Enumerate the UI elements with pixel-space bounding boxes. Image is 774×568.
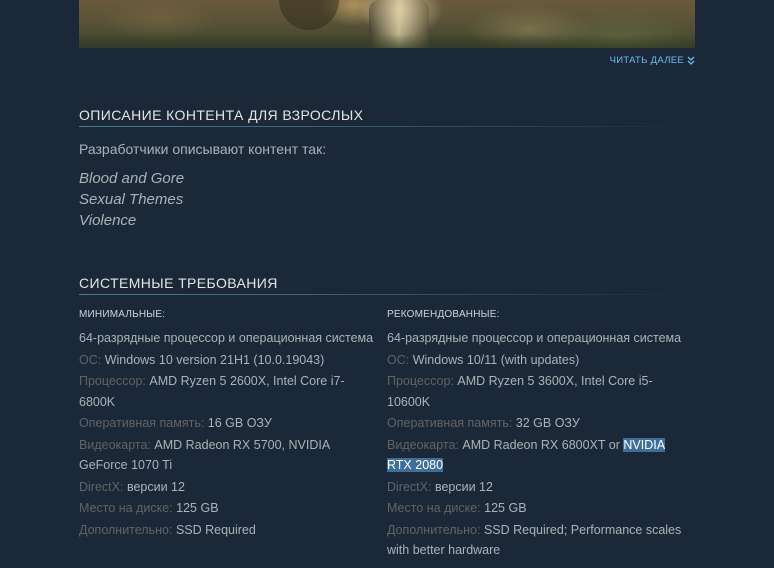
req-os-value: Windows 10/11 (with updates)	[412, 352, 580, 367]
req-disk: Место на диске: 125 GB	[387, 498, 687, 519]
system-requirements-heading: СИСТЕМНЫЕ ТРЕБОВАНИЯ	[79, 275, 695, 295]
heading-divider	[79, 294, 695, 295]
req-directx-value: версии 12	[434, 479, 493, 494]
req-disk-value: 125 GB	[484, 501, 527, 515]
system-requirements-title: СИСТЕМНЫЕ ТРЕБОВАНИЯ	[79, 275, 278, 291]
req-cpu: Процессор: AMD Ryzen 5 2600X, Intel Core…	[79, 371, 379, 412]
requirements-minimum: МИНИМАЛЬНЫЕ: 64-разрядные процессор и оп…	[79, 309, 379, 541]
req-gpu-label: Видеокарта:	[79, 437, 151, 452]
mature-content-heading: ОПИСАНИЕ КОНТЕНТА ДЛЯ ВЗРОСЛЫХ	[79, 107, 695, 127]
req-os-value: Windows 10 version 21H1 (10.0.19043)	[104, 352, 325, 367]
req-disk-label: Место на диске:	[387, 501, 481, 515]
heading-divider	[79, 126, 695, 127]
mature-content-item: Violence	[79, 212, 137, 229]
req-disk: Место на диске: 125 GB	[79, 498, 379, 519]
req-extra-value: SSD Required	[175, 522, 256, 537]
req-gpu: Видеокарта: AMD Radeon RX 5700, NVIDIA G…	[79, 435, 379, 476]
req-cpu-label: Процессор:	[387, 374, 454, 388]
read-more-link[interactable]: ЧИТАТЬ ДАЛЕЕ	[610, 54, 695, 66]
req-note: 64-разрядные процессор и операционная си…	[387, 331, 682, 345]
steam-store-page: ЧИТАТЬ ДАЛЕЕ ОПИСАНИЕ КОНТЕНТА ДЛЯ ВЗРОС…	[0, 0, 774, 568]
req-extra: Дополнительно: SSD Required; Performance…	[387, 520, 687, 561]
double-chevron-down-icon	[687, 56, 695, 65]
req-ram-value: 16 GB ОЗУ	[207, 416, 272, 430]
req-extra-label: Дополнительно:	[387, 522, 481, 537]
req-os: ОС: Windows 10 version 21H1 (10.0.19043)	[79, 350, 379, 371]
req-directx-label: DirectX:	[79, 479, 124, 494]
mature-content-item: Blood and Gore	[79, 170, 185, 187]
req-disk-label: Место на диске:	[79, 501, 173, 515]
banner-shape	[279, 0, 339, 30]
req-os-label: ОС:	[387, 352, 410, 367]
req-os: ОС: Windows 10/11 (with updates)	[387, 350, 687, 371]
mature-content-intro: Разработчики описывают контент так:	[79, 141, 327, 157]
req-ram: Оперативная память: 16 GB ОЗУ	[79, 413, 379, 434]
req-directx-label: DirectX:	[387, 479, 432, 494]
recommended-title: РЕКОМЕНДОВАННЫЕ:	[387, 309, 500, 320]
mature-content-list: Blood and Gore Sexual Themes Violence	[79, 168, 184, 231]
req-disk-value: 125 GB	[176, 501, 219, 515]
req-ram-label: Оперативная память:	[79, 416, 205, 430]
minimum-title: МИНИМАЛЬНЫЕ:	[79, 309, 166, 320]
banner-ground	[79, 34, 695, 48]
game-screenshot-banner	[79, 0, 695, 48]
req-cpu-label: Процессор:	[79, 374, 146, 388]
requirements-recommended: РЕКОМЕНДОВАННЫЕ: 64-разрядные процессор …	[387, 309, 687, 562]
req-os-label: ОС:	[79, 352, 102, 367]
req-directx-value: версии 12	[126, 479, 185, 494]
req-cpu: Процессор: AMD Ryzen 5 3600X, Intel Core…	[387, 371, 687, 412]
req-ram-label: Оперативная память:	[387, 416, 513, 430]
req-ram: Оперативная память: 32 GB ОЗУ	[387, 413, 687, 434]
req-gpu: Видеокарта: AMD Radeon RX 6800XT or NVID…	[387, 435, 687, 476]
req-ram-value: 32 GB ОЗУ	[515, 416, 580, 430]
req-extra-label: Дополнительно:	[79, 522, 173, 537]
req-note: 64-разрядные процессор и операционная си…	[79, 331, 374, 345]
req-extra: Дополнительно: SSD Required	[79, 520, 379, 541]
req-gpu-label: Видеокарта:	[387, 437, 459, 452]
req-directx: DirectX: версии 12	[79, 477, 379, 498]
read-more-label: ЧИТАТЬ ДАЛЕЕ	[609, 54, 684, 66]
req-gpu-value: AMD Radeon RX 6800XT or	[462, 437, 624, 452]
req-directx: DirectX: версии 12	[387, 477, 687, 498]
mature-content-item: Sexual Themes	[79, 191, 184, 208]
mature-content-title: ОПИСАНИЕ КОНТЕНТА ДЛЯ ВЗРОСЛЫХ	[79, 107, 364, 123]
